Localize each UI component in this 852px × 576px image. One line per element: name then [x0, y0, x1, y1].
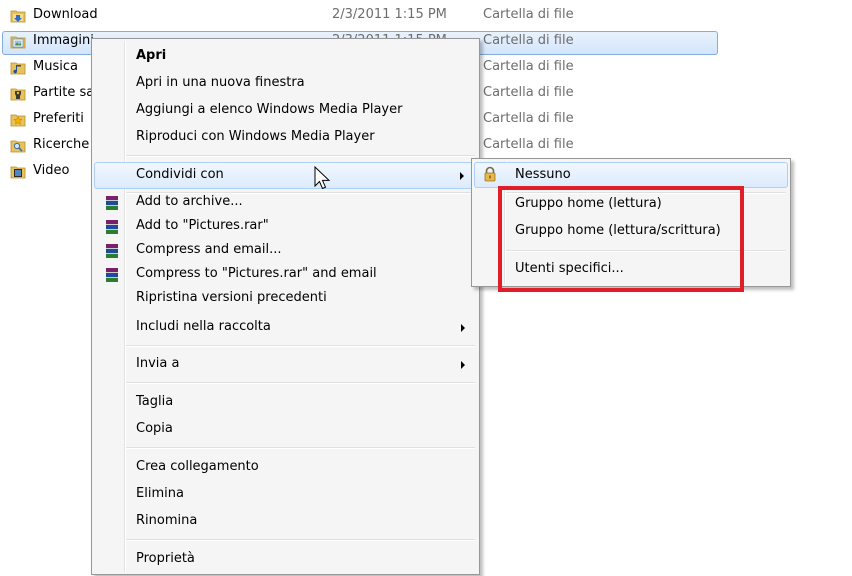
menu-item-add-to-pictures-rar[interactable]: Add to "Pictures.rar": [94, 215, 477, 239]
menu-item-label: Add to archive...: [136, 194, 243, 209]
file-name: Preferiti: [33, 111, 84, 126]
pictures-folder-icon: [10, 36, 26, 49]
menu-item-rename[interactable]: Rinomina: [94, 508, 477, 535]
file-name: Immagini: [33, 33, 94, 48]
file-name: Ricerche: [33, 137, 90, 152]
file-date: 2/3/2011 1:15 PM: [332, 7, 447, 22]
menu-item-play-with-wmp[interactable]: Riproduci con Windows Media Player: [94, 124, 477, 151]
lock-icon: [484, 166, 496, 182]
file-type: Cartella di file: [483, 59, 574, 74]
context-menu: Apri Apri in una nuova finestra Aggiungi…: [91, 38, 480, 575]
file-name: Download: [33, 7, 98, 22]
submenu-item-nobody[interactable]: Nessuno: [474, 162, 788, 188]
winrar-icon: [106, 244, 118, 258]
menu-separator: [126, 155, 475, 157]
file-type: Cartella di file: [483, 137, 574, 152]
menu-item-label: Ripristina versioni precedenti: [136, 290, 327, 305]
menu-item-compress-to-rar-and-email[interactable]: Compress to "Pictures.rar" and email: [94, 263, 477, 287]
menu-item-label: Taglia: [136, 394, 174, 409]
saved-games-folder-icon: [10, 88, 26, 101]
menu-item-label: Aggiungi a elenco Windows Media Player: [136, 102, 403, 117]
download-folder-icon: [10, 10, 26, 23]
file-name: Video: [33, 163, 70, 178]
menu-item-restore-previous-versions[interactable]: Ripristina versioni precedenti: [94, 287, 477, 313]
menu-item-open-new-window[interactable]: Apri in una nuova finestra: [94, 70, 477, 97]
menu-separator: [126, 345, 475, 347]
file-type: Cartella di file: [483, 85, 574, 100]
menu-separator: [126, 539, 475, 541]
menu-item-label: Rinomina: [136, 513, 198, 528]
highlight-box: [498, 186, 744, 292]
file-type: Cartella di file: [483, 111, 574, 126]
menu-item-copy[interactable]: Copia: [94, 416, 477, 443]
menu-item-properties[interactable]: Proprietà: [94, 546, 477, 573]
favorites-folder-icon: [10, 114, 26, 127]
submenu-arrow-icon: [461, 324, 465, 332]
menu-item-share-with[interactable]: Condividi con: [94, 162, 477, 189]
menu-item-create-shortcut[interactable]: Crea collegamento: [94, 454, 477, 481]
menu-item-label: Invia a: [136, 356, 180, 371]
file-type: Cartella di file: [483, 33, 574, 48]
submenu-arrow-icon: [460, 172, 464, 180]
winrar-icon: [106, 268, 118, 282]
menu-item-label: Apri in una nuova finestra: [136, 75, 305, 90]
file-name: Musica: [33, 59, 78, 74]
menu-item-add-to-wmp-list[interactable]: Aggiungi a elenco Windows Media Player: [94, 97, 477, 124]
file-name: Partite sa: [33, 85, 95, 100]
menu-item-label: Includi nella raccolta: [136, 319, 271, 334]
menu-item-cut[interactable]: Taglia: [94, 389, 477, 416]
submenu-arrow-icon: [461, 361, 465, 369]
menu-item-label: Crea collegamento: [136, 459, 259, 474]
menu-item-label: Nessuno: [515, 167, 571, 182]
menu-item-label: Copia: [136, 421, 173, 436]
menu-item-label: Condividi con: [136, 167, 224, 182]
menu-separator: [126, 447, 475, 449]
winrar-icon: [106, 220, 118, 234]
menu-item-label: Apri: [136, 48, 167, 63]
searches-folder-icon: [10, 140, 26, 153]
menu-item-label: Proprietà: [136, 551, 195, 566]
menu-item-open[interactable]: Apri: [94, 43, 477, 70]
mouse-cursor-icon: [314, 166, 331, 190]
menu-item-label: Compress to "Pictures.rar" and email: [136, 266, 377, 281]
menu-separator: [126, 382, 475, 384]
menu-item-add-to-archive[interactable]: Add to archive...: [94, 191, 477, 215]
music-folder-icon: [10, 62, 26, 75]
menu-item-compress-and-email[interactable]: Compress and email...: [94, 239, 477, 263]
file-row-download[interactable]: Download 2/3/2011 1:15 PM Cartella di fi…: [0, 4, 720, 28]
menu-item-label: Compress and email...: [136, 242, 282, 257]
file-type: Cartella di file: [483, 7, 574, 22]
menu-item-include-in-library[interactable]: Includi nella raccolta: [94, 314, 477, 341]
menu-item-label: Riproduci con Windows Media Player: [136, 129, 375, 144]
menu-item-label: Add to "Pictures.rar": [136, 218, 269, 233]
menu-item-delete[interactable]: Elimina: [94, 481, 477, 508]
menu-item-send-to[interactable]: Invia a: [94, 351, 477, 378]
videos-folder-icon: [10, 166, 26, 179]
menu-item-label: Elimina: [136, 486, 184, 501]
winrar-icon: [106, 196, 118, 210]
